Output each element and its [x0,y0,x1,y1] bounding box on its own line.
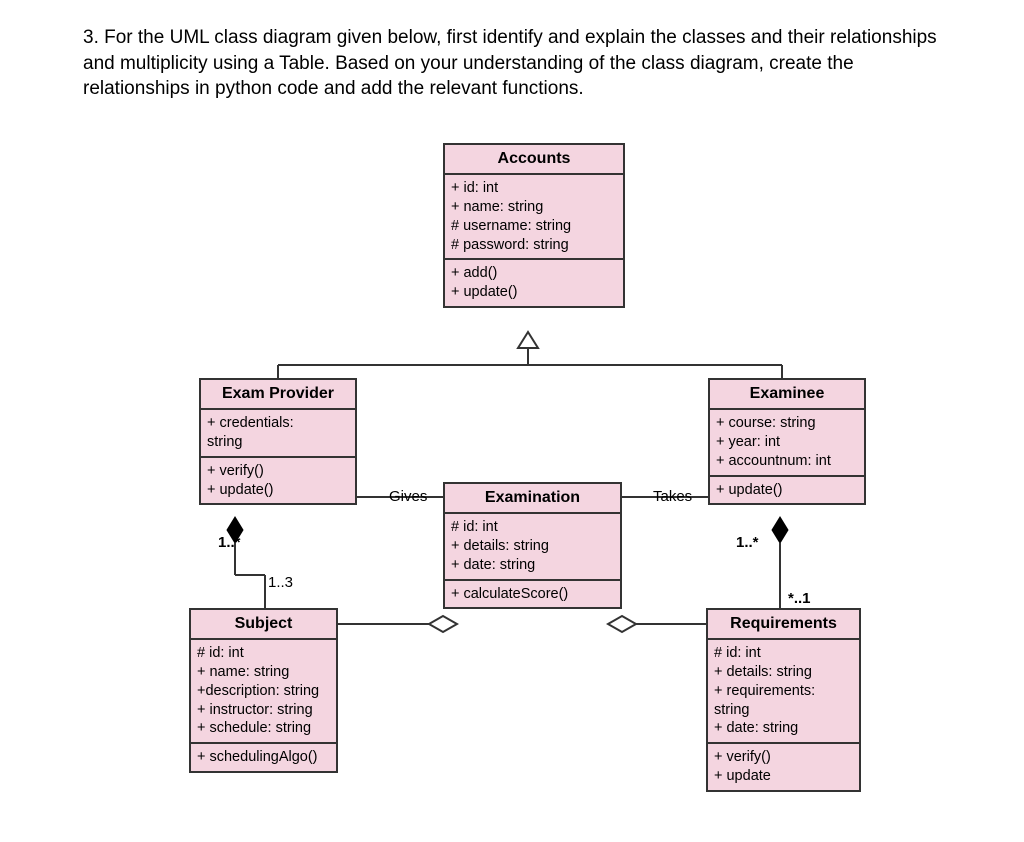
op: + update() [716,481,858,500]
attr: + id: int [451,179,617,198]
class-examination: Examination # id: int + details: string … [443,482,622,609]
attr: # password: string [451,236,617,255]
attr: string [207,433,349,452]
attr: # id: int [714,644,853,663]
multiplicity-star-1: *..1 [788,590,811,607]
class-attributes: + id: int + name: string # username: str… [445,175,623,260]
class-title: Subject [191,610,336,640]
class-operations: + verify() + update() [201,458,355,504]
attr: + details: string [714,663,853,682]
attr: +description: string [197,682,330,701]
class-attributes: # id: int + details: string + date: stri… [445,514,620,581]
attr: + year: int [716,433,858,452]
class-operations: + calculateScore() [445,581,620,608]
multiplicity-1-star-left: 1..* [218,534,241,551]
attr: # id: int [451,518,614,537]
class-operations: + verify() + update [708,744,859,790]
class-accounts: Accounts + id: int + name: string # user… [443,143,625,308]
attr: # id: int [197,644,330,663]
op: + schedulingAlgo() [197,748,330,767]
multiplicity-1-star-right: 1..* [736,534,759,551]
class-operations: + add() + update() [445,260,623,306]
attr: + course: string [716,414,858,433]
attr: + schedule: string [197,719,330,738]
attr: + name: string [451,198,617,217]
op: + calculateScore() [451,585,614,604]
class-operations: + update() [710,477,864,504]
op: + verify() [714,748,853,767]
class-operations: + schedulingAlgo() [191,744,336,771]
op: + update [714,767,853,786]
class-attributes: + course: string + year: int + accountnu… [710,410,864,477]
class-attributes: # id: int + name: string +description: s… [191,640,336,744]
op: + update() [207,481,349,500]
label-takes: Takes [653,488,692,505]
op: + verify() [207,462,349,481]
attr: + date: string [714,719,853,738]
class-attributes: + credentials: string [201,410,355,458]
class-title: Examinee [710,380,864,410]
class-requirements: Requirements # id: int + details: string… [706,608,861,792]
class-attributes: # id: int + details: string + requiremen… [708,640,859,744]
attr: + accountnum: int [716,452,858,471]
op: + update() [451,283,617,302]
multiplicity-1-3: 1..3 [268,574,293,591]
class-title: Requirements [708,610,859,640]
attr: + date: string [451,556,614,575]
class-title: Exam Provider [201,380,355,410]
label-gives: Gives [389,488,427,505]
attr: # username: string [451,217,617,236]
attr: + instructor: string [197,701,330,720]
connector-lines [0,0,1024,842]
class-examinee: Examinee + course: string + year: int + … [708,378,866,505]
uml-diagram: Accounts + id: int + name: string # user… [0,0,1024,842]
class-subject: Subject # id: int + name: string +descri… [189,608,338,773]
attr: string [714,701,853,720]
attr: + name: string [197,663,330,682]
attr: + requirements: [714,682,853,701]
class-exam-provider: Exam Provider + credentials: string + ve… [199,378,357,505]
class-title: Examination [445,484,620,514]
attr: + details: string [451,537,614,556]
op: + add() [451,264,617,283]
attr: + credentials: [207,414,349,433]
class-title: Accounts [445,145,623,175]
